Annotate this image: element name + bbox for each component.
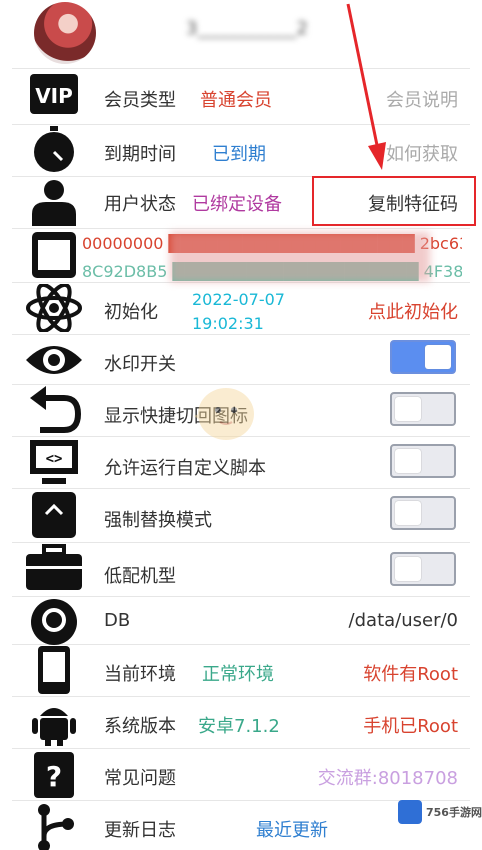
watermark-label: 水印开关 <box>104 354 176 375</box>
annotation-box <box>312 176 476 226</box>
phone-icon <box>38 646 70 694</box>
member-type-label: 会员类型 <box>104 90 176 111</box>
init-time: 19:02:31 <box>192 314 264 333</box>
qq-group-link[interactable]: 交流群:8018708 <box>318 764 458 790</box>
user-icon <box>32 180 76 226</box>
branch-icon <box>38 804 74 850</box>
svg-text:VIP: VIP <box>35 84 73 108</box>
toolbox-icon <box>26 544 82 590</box>
account-id: 3___________2 <box>186 18 308 39</box>
faq-label: 常见问题 <box>104 768 176 789</box>
brand-logo-icon <box>398 800 422 824</box>
init-date: 2022-07-07 <box>192 290 285 309</box>
app-root-status[interactable]: 软件有Root <box>363 660 458 686</box>
force-replace-toggle[interactable] <box>390 496 456 530</box>
user-status-value: 已绑定设备 <box>192 194 282 215</box>
system-version-label: 系统版本 <box>104 716 176 737</box>
low-spec-label: 低配机型 <box>104 566 176 587</box>
stopwatch-icon <box>34 126 74 172</box>
mascot-watermark-icon <box>194 388 254 440</box>
atom-icon <box>26 284 82 332</box>
watermark-toggle[interactable] <box>390 340 456 374</box>
custom-script-label: 允许运行自定义脚本 <box>104 458 266 479</box>
question-icon: ? <box>34 752 74 798</box>
environment-value: 正常环境 <box>202 664 274 685</box>
custom-script-toggle[interactable] <box>390 444 456 478</box>
svg-text:?: ? <box>46 760 62 793</box>
github-cat-icon <box>31 599 77 645</box>
android-icon <box>32 708 76 746</box>
user-status-label: 用户状态 <box>104 194 176 215</box>
tablet-icon <box>32 232 76 278</box>
avatar[interactable] <box>34 2 96 64</box>
code-monitor-icon: <> <box>30 440 78 484</box>
force-replace-label: 强制替换模式 <box>104 510 212 531</box>
initialize-button[interactable]: 点此初始化 <box>368 298 458 324</box>
db-label: DB <box>104 610 131 631</box>
vip-icon: VIP <box>30 74 78 114</box>
brand-watermark: 756手游网 <box>426 806 482 819</box>
redaction-overlay <box>170 232 430 282</box>
changelog-label: 更新日志 <box>104 820 176 841</box>
member-info-link[interactable]: 会员说明 <box>386 86 458 112</box>
low-spec-toggle[interactable] <box>390 552 456 586</box>
eye-icon <box>26 346 82 374</box>
how-to-get-link[interactable]: 如何获取 <box>386 140 458 166</box>
db-path: /data/user/0 <box>348 610 458 631</box>
undo-arrow-icon <box>30 386 82 433</box>
environment-label: 当前环境 <box>104 664 176 685</box>
shortcut-toggle[interactable] <box>390 392 456 426</box>
svg-text:<>: <> <box>46 451 63 467</box>
expiry-value: 已到期 <box>212 144 266 165</box>
member-type-value: 普通会员 <box>200 90 272 111</box>
changelog-value[interactable]: 最近更新 <box>256 816 328 842</box>
phone-root-status[interactable]: 手机已Root <box>363 712 458 738</box>
init-label: 初始化 <box>104 302 158 323</box>
expiry-label: 到期时间 <box>104 144 176 165</box>
upload-box-icon <box>32 492 76 538</box>
system-version-value: 安卓7.1.2 <box>198 716 280 737</box>
